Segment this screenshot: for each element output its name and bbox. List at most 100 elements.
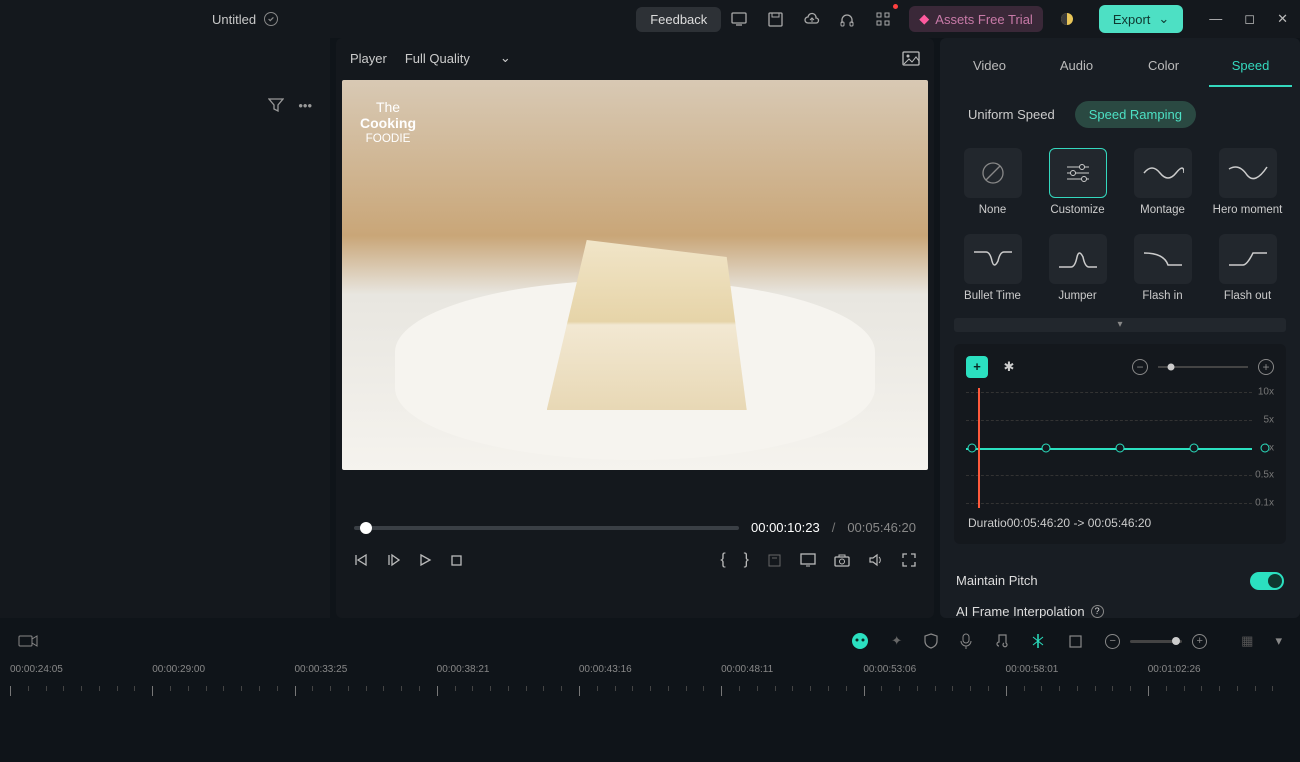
tl-zoom-slider[interactable] — [1130, 640, 1182, 643]
player-panel: Player Full Quality⌄ TheCookingFOODIE 00… — [336, 38, 934, 618]
playhead-indicator[interactable] — [978, 388, 980, 508]
ruler-timestamp: 00:00:38:21 — [437, 664, 490, 675]
prev-frame-icon[interactable] — [354, 553, 368, 567]
split-icon[interactable] — [1030, 633, 1046, 649]
speed-graph[interactable]: 10x 5x 1x 0.5x 0.1x — [966, 388, 1274, 508]
step-back-icon[interactable] — [386, 553, 400, 567]
export-button[interactable]: Export ⌄ — [1099, 5, 1183, 33]
preset-flashout[interactable]: Flash out — [1209, 234, 1286, 304]
watermark-logo: TheCookingFOODIE — [360, 100, 416, 146]
freeze-frame-icon[interactable]: ✱ — [998, 356, 1020, 378]
subtab-uniform[interactable]: Uniform Speed — [954, 101, 1069, 128]
media-panel: ••• — [0, 38, 330, 618]
ruler-timestamp: 00:00:53:06 — [863, 664, 916, 675]
more-icon[interactable]: ••• — [298, 98, 312, 113]
preset-montage[interactable]: Montage — [1124, 148, 1201, 218]
sparkle-icon[interactable]: ✦ — [891, 633, 902, 649]
diamond-icon: ◆ — [919, 11, 929, 27]
volume-icon[interactable] — [868, 553, 884, 567]
time-ruler[interactable]: 00:00:24:05 00:00:29:00 00:00:33:25 00:00:3… — [0, 664, 1300, 700]
maximize-icon[interactable]: ◻ — [1244, 11, 1255, 27]
ruler-timestamp: 00:00:24:05 — [10, 664, 63, 675]
cloud-icon[interactable] — [797, 5, 825, 33]
zoom-slider[interactable] — [1158, 366, 1248, 368]
timeline-panel: ✦ − + ▦ ▾ 00:00:24:05 00:00:29:00 00:00:33… — [0, 618, 1300, 762]
total-time: 00:05:46:20 — [847, 520, 916, 535]
tab-audio[interactable]: Audio — [1035, 46, 1118, 87]
time-separator: / — [832, 520, 836, 535]
save-icon[interactable] — [761, 5, 789, 33]
graph-label-10x: 10x — [1258, 387, 1274, 398]
dropdown-icon[interactable]: ▾ — [1275, 633, 1282, 649]
ruler-timestamp: 00:00:43:16 — [579, 664, 632, 675]
subtab-ramping[interactable]: Speed Ramping — [1075, 101, 1196, 128]
brace-open-icon[interactable]: { — [720, 551, 725, 569]
image-icon[interactable] — [902, 51, 920, 66]
video-preview[interactable]: TheCookingFOODIE — [342, 80, 928, 470]
project-title: Untitled — [212, 12, 256, 27]
music-icon[interactable] — [994, 633, 1008, 649]
ruler-timestamp: 00:00:29:00 — [152, 664, 205, 675]
brace-close-icon[interactable]: } — [744, 551, 749, 569]
tl-zoom-out-icon[interactable]: − — [1105, 634, 1120, 649]
ruler-timestamp: 00:00:33:25 — [294, 664, 347, 675]
graph-label-01x: 0.1x — [1255, 497, 1274, 508]
preset-hero[interactable]: Hero moment — [1209, 148, 1286, 218]
ruler-timestamp: 00:00:48:11 — [721, 664, 773, 675]
speed-graph-panel: + ✱ − + 10x 5x 1x 0.5x 0.1x — [954, 344, 1286, 544]
screen-icon[interactable] — [725, 5, 753, 33]
display-icon[interactable] — [800, 553, 816, 567]
fullscreen-icon[interactable] — [902, 553, 916, 567]
quality-select[interactable]: Full Quality⌄ — [405, 50, 511, 66]
preset-none[interactable]: None — [954, 148, 1031, 218]
play-icon[interactable] — [418, 553, 432, 567]
assets-trial-label: Assets Free Trial — [935, 12, 1033, 27]
scrub-slider[interactable] — [354, 526, 739, 530]
chevron-down-icon: ⌄ — [1158, 11, 1169, 27]
snapshot-icon[interactable] — [834, 554, 850, 567]
tab-video[interactable]: Video — [948, 46, 1031, 87]
player-label: Player — [350, 51, 387, 66]
robot-icon[interactable] — [851, 632, 869, 650]
theme-icon[interactable] — [1053, 5, 1081, 33]
top-bar: Untitled Feedback ◆ Assets Free Trial Ex… — [0, 0, 1300, 38]
current-time: 00:00:10:23 — [751, 520, 820, 535]
zoom-out-icon[interactable]: − — [1132, 359, 1148, 375]
graph-label-05x: 0.5x — [1255, 470, 1274, 481]
crop-icon[interactable] — [1068, 634, 1083, 649]
tab-color[interactable]: Color — [1122, 46, 1205, 87]
grid-view-icon[interactable]: ▦ — [1241, 633, 1253, 649]
grid-icon[interactable] — [869, 5, 897, 33]
preset-bullet[interactable]: Bullet Time — [954, 234, 1031, 304]
preset-jumper[interactable]: Jumper — [1039, 234, 1116, 304]
mic-icon[interactable] — [960, 633, 972, 649]
info-icon[interactable]: ? — [1091, 605, 1104, 618]
assets-trial-button[interactable]: ◆ Assets Free Trial — [909, 6, 1043, 32]
maintain-pitch-toggle[interactable] — [1250, 572, 1284, 590]
export-label: Export — [1113, 12, 1151, 27]
graph-label-5x: 5x — [1263, 414, 1274, 425]
stop-icon[interactable] — [450, 554, 463, 567]
expand-bar[interactable]: ▾ — [954, 318, 1286, 332]
zoom-in-icon[interactable]: + — [1258, 359, 1274, 375]
duration-row: Duratio00:05:46:20 -> 00:05:46:20 — [966, 508, 1274, 532]
quality-value: Full Quality — [405, 51, 470, 66]
ruler-timestamp: 00:01:02:26 — [1148, 664, 1201, 675]
mark-icon[interactable] — [767, 553, 782, 568]
minimize-icon[interactable]: — — [1209, 11, 1222, 27]
feedback-button[interactable]: Feedback — [636, 7, 721, 32]
saved-check-icon — [264, 12, 278, 26]
record-icon[interactable] — [18, 634, 38, 648]
filter-icon[interactable] — [268, 98, 284, 113]
ai-interp-label: AI Frame Interpolation — [956, 604, 1085, 618]
tab-speed[interactable]: Speed — [1209, 46, 1292, 87]
preset-flashin[interactable]: Flash in — [1124, 234, 1201, 304]
add-keyframe-button[interactable]: + — [966, 356, 988, 378]
headphones-icon[interactable] — [833, 5, 861, 33]
inspector-panel: Video Audio Color Speed Uniform Speed Sp… — [940, 38, 1300, 618]
preset-customize[interactable]: Customize — [1039, 148, 1116, 218]
close-icon[interactable]: ✕ — [1277, 11, 1288, 27]
maintain-pitch-label: Maintain Pitch — [956, 573, 1038, 588]
shield-icon[interactable] — [924, 633, 938, 649]
tl-zoom-in-icon[interactable]: + — [1192, 634, 1207, 649]
